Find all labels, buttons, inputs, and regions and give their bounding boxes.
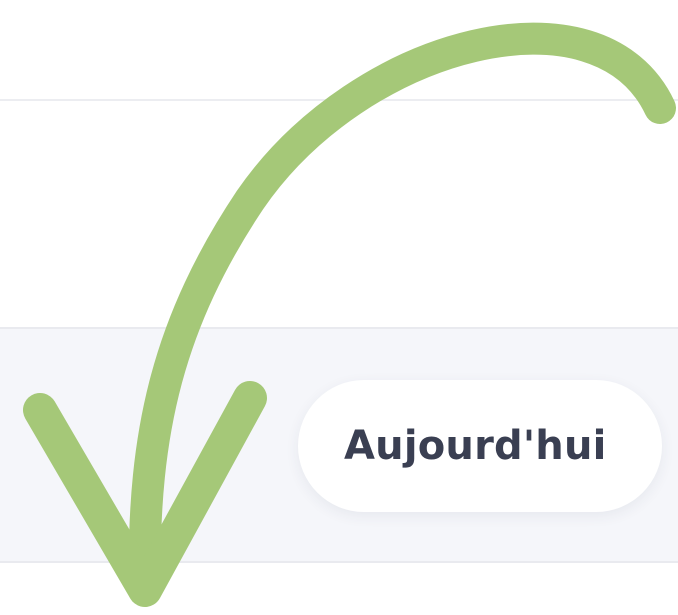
- today-button[interactable]: Aujourd'hui: [298, 380, 662, 512]
- calendar-view: Aujourd'hui: [0, 0, 678, 615]
- today-button-label: Aujourd'hui: [344, 423, 607, 469]
- header-divider: [0, 99, 678, 101]
